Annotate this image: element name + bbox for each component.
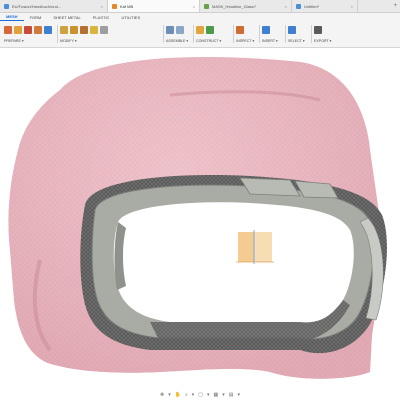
ribbon-separator [233,25,234,43]
navigation-tool-icon[interactable]: ▾ [207,392,210,398]
navigation-toolbar: ✥ ▾ ✋ ⌕ ▾ ▢ ▾ ▦ ▾ ▤ ▾ [0,390,400,400]
ribbon-separator [57,25,58,43]
close-icon[interactable]: × [101,4,103,9]
insert-mesh-icon[interactable] [14,25,22,34]
as-built-joint-icon[interactable] [176,25,184,34]
document-tab[interactable]: EU/Fusion/Handbuch/und... × [0,0,108,12]
ribbon-group-icons [262,23,278,36]
axis-icon[interactable] [206,25,214,34]
close-icon[interactable]: × [285,4,287,9]
ribbon-separator [259,25,260,43]
close-icon[interactable]: × [351,4,353,9]
ribbon-group-icons [196,23,221,36]
navigation-tool-icon[interactable]: ▤ [229,392,234,398]
ribbon-group-label[interactable]: CONSTRUCT ▾ [196,39,221,43]
ribbon-group: PREPARE ▾ [4,23,52,45]
tessellate-icon[interactable] [24,25,32,34]
navigation-tool-icon[interactable]: ▦ [214,392,219,398]
ribbon-group: ASSEMBLE ▾ [166,23,188,45]
create-mesh-icon[interactable] [4,25,12,34]
remesh-icon[interactable] [34,25,42,34]
ribbon-group-icons [314,23,331,36]
workspace-tab[interactable]: MESH [0,13,24,21]
viewport-canvas[interactable] [0,48,400,400]
document-tab-label: MASK_Headline_Glass? [212,3,257,9]
close-icon[interactable]: × [193,4,195,9]
offset-icon[interactable] [80,25,88,34]
document-tab-label: Kaf MB [120,3,134,9]
navigation-tool-icon[interactable]: ▾ [168,392,171,398]
workspace-tab[interactable]: UTILITIES [115,13,146,21]
export-icon[interactable] [314,25,322,34]
ribbon-separator [311,25,312,43]
origin-gizmo[interactable] [236,230,274,264]
navigation-tool-icon[interactable]: ⌕ [185,392,188,398]
ribbon-group-icons [288,23,305,36]
document-icon [4,3,9,9]
measure-icon[interactable] [236,25,244,34]
mesh-edit-icon[interactable] [60,25,68,34]
ribbon-group: INSPECT ▾ [236,23,254,45]
ribbon-group-label[interactable]: INSPECT ▾ [236,39,254,43]
document-tab-bar: EU/Fusion/Handbuch/und... × Kaf MB × MASK_He… [0,0,400,13]
ribbon-group-icons [60,23,108,36]
ribbon-separator [285,25,286,43]
ribbon-group-label[interactable]: INSERT ▾ [262,39,278,43]
ribbon-group: INSERT ▾ [262,23,278,45]
ribbon-group-label[interactable]: SELECT ▾ [288,39,305,43]
insert-image-icon[interactable] [262,25,270,34]
navigation-tool-icon[interactable]: ▾ [192,392,195,398]
navigation-tool-icon[interactable]: ▢ [198,392,203,398]
document-tab[interactable]: MASK_Headline_Glass? × [200,0,292,12]
ribbon-group-label[interactable]: ASSEMBLE ▾ [166,39,188,43]
ribbon-group: MODIFY ▾ [60,23,108,45]
document-tab[interactable]: Kaf MB × [108,0,200,12]
ribbon-group-icons [4,23,52,36]
ribbon-group-icons [236,23,254,36]
workspace-tab[interactable]: FORM [24,13,48,21]
navigation-tool-icon[interactable]: ✋ [175,392,181,398]
combine-icon[interactable] [90,25,98,34]
ribbon-toolbar: PREPARE ▾ MODIFY ▾ ASSEMBLE ▾ CONSTRUCT ▾ IN… [0,21,400,48]
navigation-tool-icon[interactable]: ▾ [222,392,225,398]
document-tab[interactable]: Untitled* × [292,0,358,12]
navigation-tool-icon[interactable]: ▾ [238,392,241,398]
shell-icon[interactable] [70,25,78,34]
ribbon-group-label[interactable]: PREPARE ▾ [4,39,52,43]
ribbon-group: SELECT ▾ [288,23,305,45]
ribbon-group: EXPORT ▾ [314,23,331,45]
select-cursor-icon[interactable] [288,25,296,34]
new-tab-icon[interactable]: + [390,3,400,9]
document-tab-label: EU/Fusion/Handbuch/und... [12,3,62,9]
plane-icon[interactable] [196,25,204,34]
document-icon [204,3,209,9]
workspace-tab[interactable]: PLASTIC [87,13,116,21]
navigation-tool-icon[interactable]: ✥ [160,392,164,398]
3d-viewport[interactable] [0,48,400,400]
ribbon-group-label[interactable]: EXPORT ▾ [314,39,331,43]
workspace-tabs: MESH FORM SHEET METAL PLASTIC UTILITIES [0,13,400,21]
ribbon-separator [193,25,194,43]
ribbon-group-icons [166,23,188,36]
ribbon-group-label[interactable]: MODIFY ▾ [60,39,108,43]
repair-icon[interactable] [44,25,52,34]
workspace-tab[interactable]: SHEET METAL [47,13,86,21]
headset-ring-part[interactable] [80,175,387,354]
document-icon [112,3,117,9]
joint-icon[interactable] [166,25,174,34]
document-icon [296,3,301,9]
ribbon-group: CONSTRUCT ▾ [196,23,221,45]
ribbon-separator [163,25,164,43]
reduce-icon[interactable] [100,25,108,34]
document-tab-label: Untitled* [304,3,320,9]
